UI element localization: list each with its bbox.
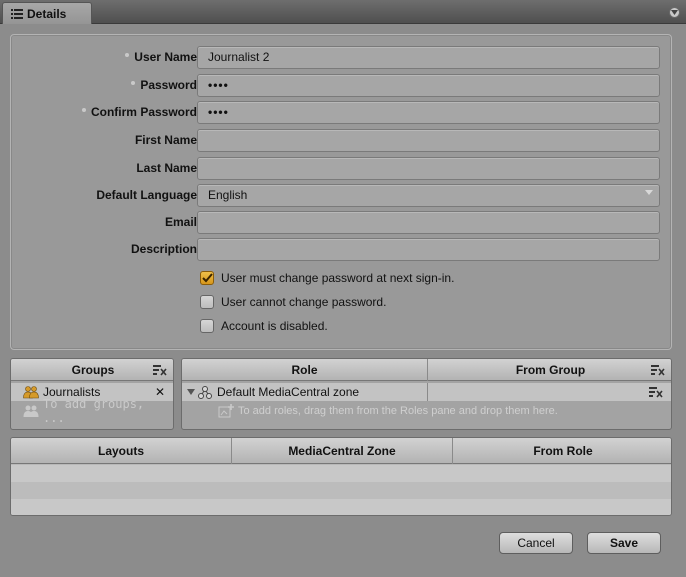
groups-header-label: Groups (71, 362, 115, 377)
save-button[interactable]: Save (587, 532, 661, 554)
checkbox-label: Account is disabled. (221, 319, 328, 333)
checkbox-label: User cannot change password. (221, 295, 387, 309)
checkmark-icon (201, 273, 213, 283)
checkbox-label: User must change password at next sign-i… (221, 271, 455, 285)
account-disabled-checkbox[interactable]: Account is disabled. (200, 317, 328, 335)
groups-drop-hint: To add groups, ... (11, 397, 173, 425)
pane-menu-button[interactable] (669, 7, 680, 18)
group-icon (23, 385, 39, 398)
email-label: Email: (164, 215, 201, 229)
roles-drop-hint: To add roles, drag them from the Roles p… (182, 402, 671, 420)
from-role-column-header[interactable]: From Role (453, 438, 671, 464)
default-language-value: English (208, 188, 248, 202)
user-name-field[interactable]: Journalist 2 (197, 46, 660, 69)
layouts-column-header[interactable]: Layouts (11, 438, 231, 464)
default-language-select[interactable]: English (197, 184, 660, 207)
details-content: User Name: Journalist 2 Password: •••• C… (0, 24, 686, 577)
mediacentral-zone-header-label: MediaCentral Zone (288, 443, 396, 458)
mediacentral-zone-column-header[interactable]: MediaCentral Zone (232, 438, 452, 464)
user-name-label: User Name: (125, 50, 201, 64)
chevron-down-icon (671, 10, 678, 15)
add-role-icon (218, 404, 234, 418)
tab-bar: Details (0, 0, 686, 25)
from-role-header-label: From Role (533, 443, 593, 458)
user-name-row: User Name: Journalist 2 (11, 46, 671, 70)
last-name-label: Last Name: (136, 161, 201, 175)
required-indicator (125, 52, 130, 57)
first-name-label: First Name: (134, 133, 201, 147)
user-form-panel: User Name: Journalist 2 Password: •••• C… (10, 34, 672, 350)
password-field[interactable]: •••• (197, 74, 660, 97)
password-row: Password: •••• (11, 74, 671, 98)
required-indicator (131, 80, 136, 85)
checkbox-unchecked[interactable] (200, 295, 214, 309)
from-group-header-label: From Group (515, 362, 586, 377)
tab-label: Details (27, 7, 67, 21)
confirm-password-row: Confirm Password: •••• (11, 101, 671, 125)
hint-text: To add roles, drag them from the Roles p… (238, 405, 558, 417)
clear-icon[interactable] (649, 386, 663, 398)
roles-panel: Role From Group Default MediaCentral zon… (181, 358, 672, 430)
add-group-icon (23, 405, 39, 417)
default-language-label: Default Language: (96, 188, 201, 202)
checkbox-checked[interactable] (200, 271, 214, 285)
description-field[interactable] (197, 238, 660, 261)
checkbox-unchecked[interactable] (200, 319, 214, 333)
first-name-row: First Name: (11, 129, 671, 153)
hint-text: To add groups, ... (43, 397, 145, 425)
layouts-panel: Layouts MediaCentral Zone From Role (10, 437, 672, 516)
last-name-row: Last Name: (11, 157, 671, 181)
description-row: Description: (11, 238, 671, 262)
role-icon (198, 385, 212, 399)
list-item-default-mediacentral-zone[interactable]: Default MediaCentral zone (182, 383, 671, 401)
last-name-field[interactable] (197, 157, 660, 180)
password-label: Password: (131, 78, 201, 92)
table-row (11, 482, 671, 499)
confirm-password-field[interactable]: •••• (197, 101, 660, 124)
email-field[interactable] (197, 211, 660, 234)
groups-panel: Groups Journalists ✕ To add groups, ... (10, 358, 174, 430)
layouts-header-label: Layouts (97, 443, 144, 458)
clear-all-icon[interactable] (153, 364, 167, 376)
role-column-header[interactable]: Role (182, 359, 427, 381)
groups-header: Groups (11, 359, 173, 381)
default-language-row: Default Language: English (11, 184, 671, 208)
chevron-down-icon (645, 190, 653, 195)
email-row: Email: (11, 211, 671, 235)
role-header-label: Role (291, 362, 318, 377)
clear-all-icon[interactable] (651, 364, 665, 376)
confirm-password-label: Confirm Password: (81, 105, 201, 119)
list-icon (11, 9, 23, 19)
from-group-column-header[interactable]: From Group (428, 359, 671, 381)
expand-arrow-icon[interactable] (187, 389, 195, 395)
first-name-field[interactable] (197, 129, 660, 152)
required-indicator (81, 107, 86, 112)
cannot-change-password-checkbox[interactable]: User cannot change password. (200, 293, 386, 311)
description-label: Description: (130, 242, 201, 256)
column-separator (427, 383, 428, 401)
list-item-label: Default MediaCentral zone (217, 385, 360, 399)
must-change-password-checkbox[interactable]: User must change password at next sign-i… (200, 269, 454, 287)
tab-details[interactable]: Details (2, 2, 92, 25)
table-row (11, 465, 671, 482)
cancel-button[interactable]: Cancel (499, 532, 573, 554)
table-row (11, 499, 671, 515)
